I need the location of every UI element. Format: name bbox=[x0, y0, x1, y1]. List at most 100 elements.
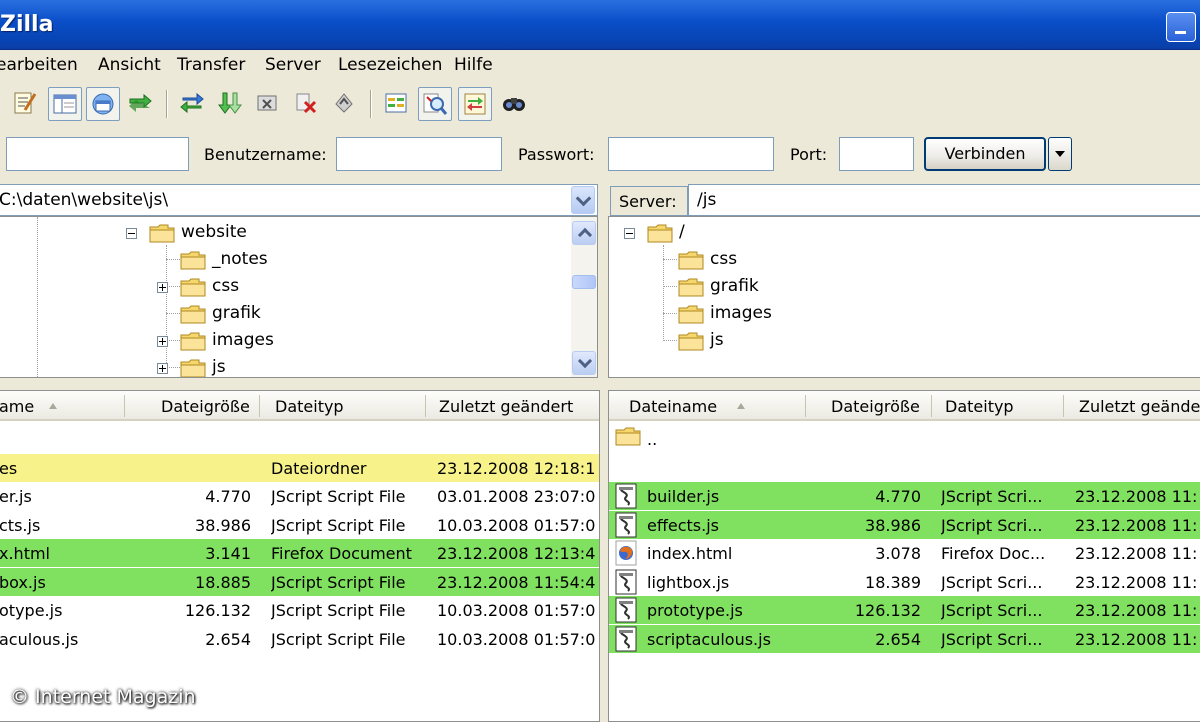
cell-modified: 10.03.2008 01:57:0 bbox=[437, 601, 596, 620]
table-row[interactable]: builder.js 4.770 JScript Scri... 23.12.2008… bbox=[609, 482, 1200, 510]
col-filename[interactable]: Dateiname bbox=[629, 397, 717, 416]
search-icon[interactable] bbox=[498, 87, 532, 121]
cell-name: cts.js bbox=[0, 515, 41, 535]
filter-icon[interactable] bbox=[418, 87, 452, 121]
table-row[interactable]: prototype.js 126.132 JScript Scri... 23.12.… bbox=[609, 596, 1200, 624]
reconnect-icon[interactable] bbox=[328, 87, 362, 121]
col-filename[interactable]: ame bbox=[0, 397, 34, 416]
cell-modified: 10.03.2008 01:57:0 bbox=[437, 515, 596, 535]
remote-tree-icon[interactable] bbox=[86, 87, 120, 121]
expand-icon[interactable] bbox=[157, 282, 168, 293]
process-queue-icon[interactable] bbox=[214, 87, 248, 121]
host-field[interactable] bbox=[6, 137, 189, 171]
table-row[interactable]: es Dateiordner 23.12.2008 12:18:1 bbox=[0, 453, 599, 482]
table-row[interactable]: aculous.js 2.654 JScript Script File 10.03.… bbox=[0, 625, 599, 653]
scroll-up-icon[interactable] bbox=[572, 221, 596, 245]
cell-name: .. bbox=[647, 430, 658, 449]
menu-transfer[interactable]: Transfer bbox=[177, 55, 245, 75]
table-row[interactable]: er.js 4.770 JScript Script File 03.01.2008 … bbox=[0, 482, 599, 510]
scroll-thumb[interactable] bbox=[572, 275, 596, 289]
folder-icon bbox=[615, 426, 641, 450]
cell-size: 38.986 bbox=[195, 515, 251, 535]
cell-size: 18.389 bbox=[865, 572, 921, 592]
cell-type: JScript Script File bbox=[271, 487, 406, 506]
connect-dropdown-button[interactable] bbox=[1048, 137, 1072, 171]
collapse-icon[interactable] bbox=[624, 228, 635, 239]
cell-name: prototype.js bbox=[647, 601, 743, 620]
menu-ansicht[interactable]: Ansicht bbox=[98, 55, 161, 75]
cell-size: 2.654 bbox=[205, 629, 251, 649]
tree-node-label: grafik bbox=[212, 303, 261, 323]
table-row[interactable]: effects.js 38.986 JScript Scri... 23.12.200… bbox=[609, 510, 1200, 542]
remote-path: /js bbox=[697, 190, 717, 210]
cell-modified: 23.12.2008 11:54:4 bbox=[437, 572, 596, 592]
disconnect-icon[interactable] bbox=[290, 87, 324, 121]
tree-node-label: / bbox=[679, 222, 685, 242]
local-file-list: ame Dateigröße Dateityp Zuletzt geändert… bbox=[0, 390, 600, 722]
col-filetype[interactable]: Dateityp bbox=[945, 397, 1014, 416]
cancel-icon[interactable] bbox=[252, 87, 286, 121]
port-field[interactable] bbox=[839, 137, 914, 171]
script-file-icon bbox=[615, 597, 637, 627]
expand-icon[interactable] bbox=[157, 363, 168, 374]
table-row[interactable] bbox=[0, 425, 599, 453]
cell-modified: 23.12.2008 11: bbox=[1075, 629, 1198, 649]
transfer-queue-icon[interactable] bbox=[124, 87, 158, 121]
table-row[interactable]: index.html 3.078 Firefox Doc... 23.12.2008 … bbox=[609, 539, 1200, 567]
table-row[interactable]: otype.js 126.132 JScript Script File 10.03.… bbox=[0, 596, 599, 624]
folder-icon bbox=[149, 223, 175, 248]
username-field[interactable] bbox=[336, 137, 502, 171]
script-file-icon bbox=[615, 512, 637, 542]
expand-icon[interactable] bbox=[157, 336, 168, 347]
col-filesize[interactable]: Dateigröße bbox=[831, 397, 920, 416]
local-path-dropdown-icon[interactable] bbox=[571, 186, 595, 214]
folder-icon bbox=[678, 277, 704, 302]
local-tree-icon[interactable] bbox=[48, 87, 82, 121]
table-row[interactable]: x.html 3.141 Firefox Document 23.12.2008 12… bbox=[0, 539, 599, 567]
password-field[interactable] bbox=[608, 137, 774, 171]
col-modified[interactable]: Zuletzt geänder bbox=[1079, 397, 1200, 416]
remote-directory-tree: / css grafik images js bbox=[608, 216, 1200, 378]
menu-server[interactable]: Server bbox=[265, 55, 321, 75]
cell-type: Firefox Doc... bbox=[941, 544, 1046, 563]
folder-icon bbox=[180, 331, 206, 356]
collapse-icon[interactable] bbox=[126, 228, 137, 239]
firefox-document-icon bbox=[615, 540, 637, 570]
cell-name: lightbox.js bbox=[647, 572, 730, 592]
menu-bearbeiten[interactable]: earbeiten bbox=[0, 55, 78, 75]
menu-hilfe[interactable]: Hilfe bbox=[454, 55, 493, 75]
local-path-combobox[interactable]: C:\daten\website\js\ bbox=[0, 184, 598, 216]
table-row[interactable]: .. bbox=[609, 425, 1200, 453]
toolbar bbox=[0, 82, 1200, 128]
table-row[interactable]: lightbox.js 18.389 JScript Scri... 23.12.20… bbox=[609, 568, 1200, 596]
connect-button[interactable]: Verbinden bbox=[924, 137, 1046, 171]
cell-size: 3.141 bbox=[205, 544, 251, 563]
directory-compare-icon[interactable] bbox=[380, 87, 414, 121]
tree-node-label: js bbox=[710, 330, 724, 350]
local-path: C:\daten\website\js\ bbox=[0, 190, 169, 210]
tree-node-label: css bbox=[710, 249, 738, 269]
col-filetype[interactable]: Dateityp bbox=[275, 397, 344, 416]
cell-type: JScript Script File bbox=[271, 572, 406, 592]
table-row[interactable]: box.js 18.885 JScript Script File 23.12.200… bbox=[0, 567, 599, 596]
sync-browsing-icon[interactable] bbox=[458, 87, 492, 121]
log-toggle-icon[interactable] bbox=[8, 87, 42, 121]
quickconnect-bar: Benutzername: Passwort: Port: Verbinden bbox=[0, 130, 1200, 182]
scroll-down-icon[interactable] bbox=[572, 351, 596, 375]
menu-lesezeichen[interactable]: Lesezeichen bbox=[338, 55, 442, 75]
cell-type: JScript Scri... bbox=[941, 487, 1043, 506]
cell-modified: 23.12.2008 12:13:4 bbox=[437, 544, 596, 563]
minimize-button[interactable] bbox=[1166, 12, 1196, 42]
table-row[interactable]: scriptaculous.js 2.654 JScript Scri... 23.1… bbox=[609, 624, 1200, 653]
table-row[interactable]: cts.js 38.986 JScript Script File 10.03.200… bbox=[0, 511, 599, 539]
local-tree-scrollbar[interactable] bbox=[571, 217, 597, 377]
col-filesize[interactable]: Dateigröße bbox=[161, 397, 250, 416]
col-modified[interactable]: Zuletzt geändert bbox=[439, 397, 573, 416]
script-file-icon bbox=[615, 569, 637, 599]
cell-modified: 10.03.2008 01:57:0 bbox=[437, 629, 596, 649]
tree-node-label: _notes bbox=[212, 249, 268, 269]
table-row[interactable] bbox=[609, 454, 1200, 482]
cell-name: box.js bbox=[0, 572, 46, 592]
refresh-icon[interactable] bbox=[176, 87, 210, 121]
remote-path-field[interactable]: /js bbox=[688, 184, 1200, 216]
